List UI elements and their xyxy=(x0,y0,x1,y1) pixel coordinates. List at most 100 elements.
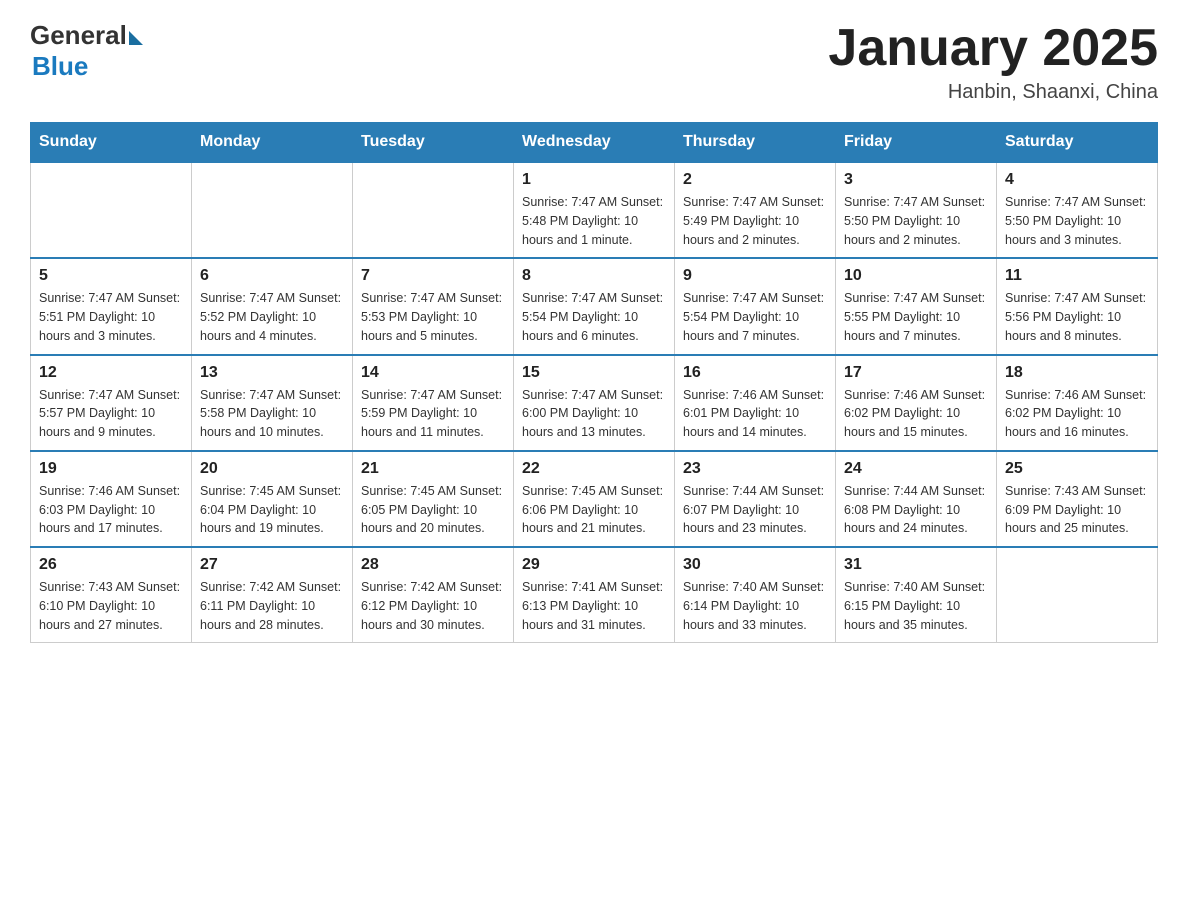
calendar-day-cell: 29 Sunrise: 7:41 AM Sunset: 6:13 PM Dayli… xyxy=(514,547,675,643)
calendar-day-cell: 16Sunrise: 7:46 AM Sunset: 6:01 PM Dayli… xyxy=(675,355,836,451)
calendar-day-cell: 24 Sunrise: 7:44 AM Sunset: 6:08 PM Dayli… xyxy=(836,451,997,547)
calendar-day-header: Sunday xyxy=(31,123,192,163)
day-info: Sunrise: 7:45 AM Sunset: 6:05 PM Dayligh… xyxy=(361,482,505,538)
calendar-header-row: SundayMondayTuesdayWednesdayThursdayFrid… xyxy=(31,123,1158,163)
day-info: Sunrise: 7:47 AM Sunset: 5:54 PM Dayligh… xyxy=(683,289,827,345)
day-number: 23 xyxy=(683,460,827,478)
calendar-day-cell xyxy=(192,162,353,258)
calendar-day-header: Wednesday xyxy=(514,123,675,163)
day-info: Sunrise: 7:41 AM Sunset: 6:13 PM Dayligh… xyxy=(522,578,666,634)
calendar-day-cell: 21 Sunrise: 7:45 AM Sunset: 6:05 PM Dayli… xyxy=(353,451,514,547)
calendar-day-cell: 2Sunrise: 7:47 AM Sunset: 5:49 PM Daylig… xyxy=(675,162,836,258)
calendar-week-row: 19 Sunrise: 7:46 AM Sunset: 6:03 PM Dayli… xyxy=(31,451,1158,547)
logo: General Blue xyxy=(30,20,143,82)
logo-general-text: General xyxy=(30,20,127,51)
calendar-day-cell: 10 Sunrise: 7:47 AM Sunset: 5:55 PM Dayli… xyxy=(836,258,997,354)
day-info: Sunrise: 7:44 AM Sunset: 6:08 PM Dayligh… xyxy=(844,482,988,538)
day-number: 22 xyxy=(522,460,666,478)
calendar-day-cell xyxy=(353,162,514,258)
calendar-day-cell: 22 Sunrise: 7:45 AM Sunset: 6:06 PM Dayli… xyxy=(514,451,675,547)
day-info: Sunrise: 7:47 AM Sunset: 5:58 PM Dayligh… xyxy=(200,386,344,442)
month-title: January 2025 xyxy=(828,20,1158,77)
day-number: 5 xyxy=(39,267,183,285)
calendar-day-cell: 27Sunrise: 7:42 AM Sunset: 6:11 PM Dayli… xyxy=(192,547,353,643)
calendar-day-cell: 11 Sunrise: 7:47 AM Sunset: 5:56 PM Dayli… xyxy=(997,258,1158,354)
day-info: Sunrise: 7:47 AM Sunset: 5:54 PM Dayligh… xyxy=(522,289,666,345)
calendar-day-cell: 1 Sunrise: 7:47 AM Sunset: 5:48 PM Daylig… xyxy=(514,162,675,258)
calendar-day-cell: 25Sunrise: 7:43 AM Sunset: 6:09 PM Dayli… xyxy=(997,451,1158,547)
day-number: 9 xyxy=(683,267,827,285)
day-number: 28 xyxy=(361,556,505,574)
day-number: 4 xyxy=(1005,171,1149,189)
day-number: 10 xyxy=(844,267,988,285)
calendar-day-cell: 20 Sunrise: 7:45 AM Sunset: 6:04 PM Dayli… xyxy=(192,451,353,547)
day-info: Sunrise: 7:46 AM Sunset: 6:02 PM Dayligh… xyxy=(1005,386,1149,442)
day-info: Sunrise: 7:46 AM Sunset: 6:01 PM Dayligh… xyxy=(683,386,827,442)
day-info: Sunrise: 7:40 AM Sunset: 6:14 PM Dayligh… xyxy=(683,578,827,634)
day-number: 26 xyxy=(39,556,183,574)
calendar-day-cell: 6 Sunrise: 7:47 AM Sunset: 5:52 PM Daylig… xyxy=(192,258,353,354)
day-number: 19 xyxy=(39,460,183,478)
day-number: 25 xyxy=(1005,460,1149,478)
day-number: 6 xyxy=(200,267,344,285)
calendar-day-header: Monday xyxy=(192,123,353,163)
calendar-day-header: Friday xyxy=(836,123,997,163)
calendar-day-header: Saturday xyxy=(997,123,1158,163)
calendar-day-cell: 9 Sunrise: 7:47 AM Sunset: 5:54 PM Daylig… xyxy=(675,258,836,354)
day-info: Sunrise: 7:42 AM Sunset: 6:12 PM Dayligh… xyxy=(361,578,505,634)
calendar-day-cell: 19 Sunrise: 7:46 AM Sunset: 6:03 PM Dayli… xyxy=(31,451,192,547)
day-info: Sunrise: 7:45 AM Sunset: 6:06 PM Dayligh… xyxy=(522,482,666,538)
day-info: Sunrise: 7:47 AM Sunset: 5:55 PM Dayligh… xyxy=(844,289,988,345)
day-number: 15 xyxy=(522,364,666,382)
calendar-day-cell: 31Sunrise: 7:40 AM Sunset: 6:15 PM Dayli… xyxy=(836,547,997,643)
day-number: 8 xyxy=(522,267,666,285)
day-number: 31 xyxy=(844,556,988,574)
calendar-day-cell xyxy=(997,547,1158,643)
day-number: 2 xyxy=(683,171,827,189)
calendar-day-cell: 12 Sunrise: 7:47 AM Sunset: 5:57 PM Dayli… xyxy=(31,355,192,451)
day-info: Sunrise: 7:43 AM Sunset: 6:10 PM Dayligh… xyxy=(39,578,183,634)
calendar-day-cell: 14Sunrise: 7:47 AM Sunset: 5:59 PM Dayli… xyxy=(353,355,514,451)
day-number: 13 xyxy=(200,364,344,382)
day-info: Sunrise: 7:47 AM Sunset: 5:53 PM Dayligh… xyxy=(361,289,505,345)
calendar-day-cell xyxy=(31,162,192,258)
day-number: 17 xyxy=(844,364,988,382)
day-info: Sunrise: 7:47 AM Sunset: 6:00 PM Dayligh… xyxy=(522,386,666,442)
calendar-table: SundayMondayTuesdayWednesdayThursdayFrid… xyxy=(30,122,1158,643)
page-header: General Blue January 2025 Hanbin, Shaanx… xyxy=(30,20,1158,104)
day-number: 29 xyxy=(522,556,666,574)
day-number: 7 xyxy=(361,267,505,285)
title-section: January 2025 Hanbin, Shaanxi, China xyxy=(828,20,1158,104)
day-number: 20 xyxy=(200,460,344,478)
day-info: Sunrise: 7:47 AM Sunset: 5:56 PM Dayligh… xyxy=(1005,289,1149,345)
calendar-day-cell: 7 Sunrise: 7:47 AM Sunset: 5:53 PM Daylig… xyxy=(353,258,514,354)
calendar-day-header: Tuesday xyxy=(353,123,514,163)
calendar-day-cell: 13 Sunrise: 7:47 AM Sunset: 5:58 PM Dayli… xyxy=(192,355,353,451)
calendar-week-row: 5Sunrise: 7:47 AM Sunset: 5:51 PM Daylig… xyxy=(31,258,1158,354)
logo-arrow-icon xyxy=(129,31,143,45)
day-info: Sunrise: 7:47 AM Sunset: 5:48 PM Dayligh… xyxy=(522,193,666,249)
day-info: Sunrise: 7:45 AM Sunset: 6:04 PM Dayligh… xyxy=(200,482,344,538)
calendar-day-cell: 4Sunrise: 7:47 AM Sunset: 5:50 PM Daylig… xyxy=(997,162,1158,258)
day-number: 21 xyxy=(361,460,505,478)
day-number: 1 xyxy=(522,171,666,189)
day-number: 12 xyxy=(39,364,183,382)
day-number: 24 xyxy=(844,460,988,478)
day-info: Sunrise: 7:47 AM Sunset: 5:52 PM Dayligh… xyxy=(200,289,344,345)
day-info: Sunrise: 7:47 AM Sunset: 5:57 PM Dayligh… xyxy=(39,386,183,442)
day-number: 18 xyxy=(1005,364,1149,382)
day-info: Sunrise: 7:42 AM Sunset: 6:11 PM Dayligh… xyxy=(200,578,344,634)
day-number: 30 xyxy=(683,556,827,574)
location-label: Hanbin, Shaanxi, China xyxy=(828,81,1158,104)
calendar-day-cell: 23Sunrise: 7:44 AM Sunset: 6:07 PM Dayli… xyxy=(675,451,836,547)
day-info: Sunrise: 7:46 AM Sunset: 6:03 PM Dayligh… xyxy=(39,482,183,538)
day-number: 11 xyxy=(1005,267,1149,285)
calendar-day-cell: 18 Sunrise: 7:46 AM Sunset: 6:02 PM Dayli… xyxy=(997,355,1158,451)
calendar-week-row: 26 Sunrise: 7:43 AM Sunset: 6:10 PM Dayli… xyxy=(31,547,1158,643)
day-number: 14 xyxy=(361,364,505,382)
calendar-day-cell: 30 Sunrise: 7:40 AM Sunset: 6:14 PM Dayli… xyxy=(675,547,836,643)
day-info: Sunrise: 7:46 AM Sunset: 6:02 PM Dayligh… xyxy=(844,386,988,442)
calendar-day-cell: 26 Sunrise: 7:43 AM Sunset: 6:10 PM Dayli… xyxy=(31,547,192,643)
logo-blue-text: Blue xyxy=(32,51,88,82)
day-number: 3 xyxy=(844,171,988,189)
